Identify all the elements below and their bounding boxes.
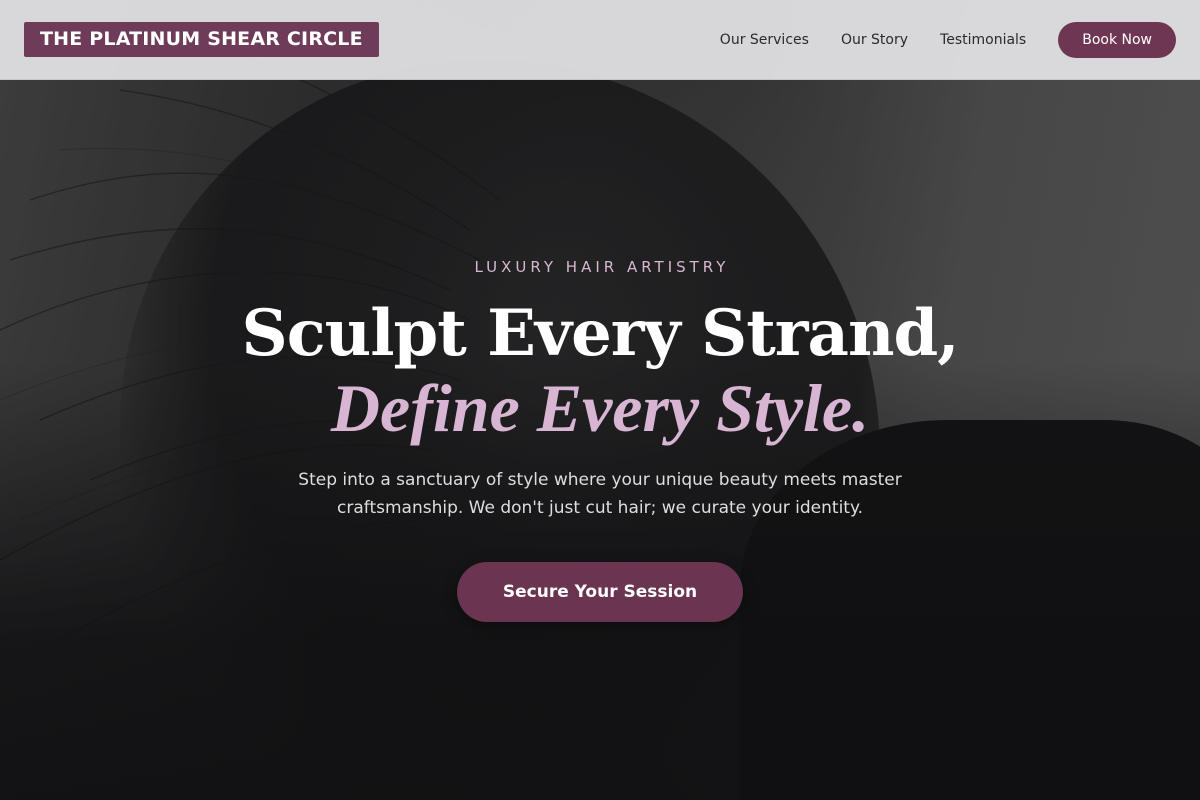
book-now-button[interactable]: Book Now — [1058, 21, 1176, 58]
hero-headline-line-2: Define Every Style. — [330, 370, 870, 446]
hero-section: LUXURY HAIR ARTISTRY Sculpt Every Strand… — [0, 0, 1200, 800]
nav-link-our-story[interactable]: Our Story — [841, 32, 908, 48]
site-header: THE PLATINUM SHEAR CIRCLE Our Services O… — [0, 0, 1200, 80]
nav-link-our-services[interactable]: Our Services — [720, 32, 809, 48]
main-nav: Our Services Our Story Testimonials Book… — [720, 21, 1176, 58]
nav-link-testimonials[interactable]: Testimonials — [940, 32, 1026, 48]
secure-session-button[interactable]: Secure Your Session — [457, 562, 743, 622]
landing-page: THE PLATINUM SHEAR CIRCLE Our Services O… — [0, 0, 1200, 800]
hero-subtext: Step into a sanctuary of style where you… — [298, 470, 902, 518]
site-logo[interactable]: THE PLATINUM SHEAR CIRCLE — [24, 22, 379, 57]
hero-headline-line-1: Sculpt Every Strand, — [241, 296, 959, 371]
hero-eyebrow: LUXURY HAIR ARTISTRY — [474, 258, 730, 276]
